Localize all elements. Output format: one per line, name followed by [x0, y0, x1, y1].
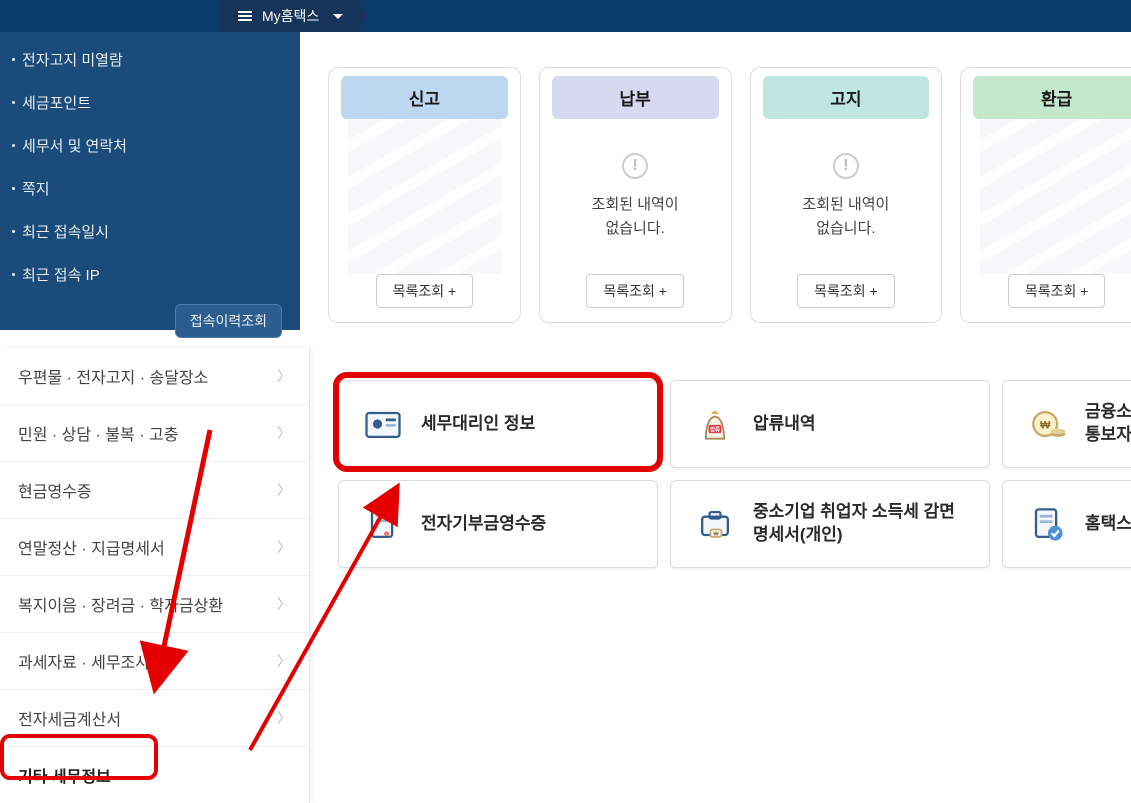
- ls-item-label: 민원 · 상담 · 불복 · 고충: [18, 421, 178, 445]
- receipt-check-icon: [1025, 502, 1069, 546]
- card-empty-text: 조회된 내역이없습니다.: [802, 193, 889, 241]
- ds-item-last-login-ip[interactable]: 최근 접속 IP: [18, 253, 282, 296]
- tile-tax-agent-info[interactable]: 세무대리인 정보: [338, 380, 658, 468]
- card-list-button[interactable]: 목록조회 +: [1008, 274, 1106, 308]
- ls-item-label: 복지이음 · 장려금 · 학자금상환: [18, 592, 223, 616]
- chevron-right-icon: 〉: [277, 651, 291, 671]
- chevron-right-icon: 〉: [277, 480, 291, 500]
- ls-item-label: 현금영수증: [18, 478, 92, 502]
- empty-state-icon: !: [833, 153, 859, 179]
- tile-grid: 세무대리인 정보 압류 압류내역 ₩ 금융소통보자 전자기부금영수증: [338, 380, 1131, 568]
- id-card-icon: [361, 402, 405, 446]
- ds-item-e-notice-unread[interactable]: 전자고지 미열람: [18, 38, 282, 81]
- topbar-tab-label: My홈택스: [262, 6, 319, 26]
- card-head: 신고: [341, 76, 508, 119]
- svg-text:₩: ₩: [1040, 420, 1051, 432]
- category-sidebar: 우편물 · 전자고지 · 송달장소 〉 민원 · 상담 · 불복 · 고충 〉 …: [0, 348, 310, 803]
- won-coins-icon: ₩: [1025, 402, 1069, 446]
- account-info-panel: 전자고지 미열람 세금포인트 세무서 및 연락처 쪽지 최근 접속일시 최근 접…: [0, 32, 300, 330]
- ds-item-tax-office-contact[interactable]: 세무서 및 연락처: [18, 124, 282, 167]
- tile-label: 금융소통보자: [1085, 401, 1131, 447]
- svg-text:₩: ₩: [713, 531, 719, 537]
- chevron-right-icon: 〉: [277, 708, 291, 728]
- card-list-button[interactable]: 목록조회 +: [376, 274, 474, 308]
- placeholder-shimmer: [348, 119, 501, 274]
- tile-seizure-details[interactable]: 압류 압류내역: [670, 380, 990, 468]
- tile-e-donation-receipt[interactable]: 전자기부금영수증: [338, 480, 658, 568]
- ls-item-welfare-grant-loan[interactable]: 복지이음 · 장려금 · 학자금상환 〉: [0, 576, 309, 633]
- ds-item-last-login-time[interactable]: 최근 접속일시: [18, 210, 282, 253]
- ls-item-e-tax-invoice[interactable]: 전자세금계산서 〉: [0, 690, 309, 747]
- empty-state-icon: !: [622, 153, 648, 179]
- tile-hometax-etc[interactable]: 홈택스: [1002, 480, 1131, 568]
- tile-label: 전자기부금영수증: [421, 513, 546, 536]
- chevron-right-icon: 〉: [277, 594, 291, 614]
- summary-cards-row: 신고 목록조회 + 납부 ! 조회된 내역이없습니다. 목록조회 + 고지 ! …: [328, 67, 1131, 323]
- ls-item-taxation-data[interactable]: 과세자료 · 세무조사 〉: [0, 633, 309, 690]
- chevron-right-icon: 〉: [277, 537, 291, 557]
- ls-item-mail-notice[interactable]: 우편물 · 전자고지 · 송달장소 〉: [0, 348, 309, 405]
- ls-item-cash-receipt[interactable]: 현금영수증 〉: [0, 462, 309, 519]
- ls-item-other-tax-info[interactable]: 기타 세무정보: [0, 747, 309, 803]
- hamburger-icon: [238, 11, 252, 21]
- card-report: 신고 목록조회 +: [328, 67, 521, 323]
- ds-item-messages[interactable]: 쪽지: [18, 167, 282, 210]
- ls-item-label: 우편물 · 전자고지 · 송달장소: [18, 364, 208, 388]
- card-notice: 고지 ! 조회된 내역이없습니다. 목록조회 +: [750, 67, 943, 323]
- tile-financial-income[interactable]: ₩ 금융소통보자: [1002, 380, 1131, 468]
- top-bar: My홈택스: [0, 0, 1131, 32]
- chevron-right-icon: 〉: [277, 423, 291, 443]
- card-head: 납부: [552, 76, 719, 119]
- chevron-down-icon: [333, 14, 343, 19]
- tile-sme-employee-tax-relief[interactable]: ₩ 중소기업 취업자 소득세 감면 명세서(개인): [670, 480, 990, 568]
- donation-receipt-icon: [361, 502, 405, 546]
- tile-label: 세무대리인 정보: [421, 413, 535, 436]
- card-refund: 환급 목록조회 +: [960, 67, 1131, 323]
- svg-text:압류: 압류: [710, 425, 720, 433]
- tile-label: 압류내역: [753, 413, 816, 436]
- tile-label: 중소기업 취업자 소득세 감면 명세서(개인): [753, 501, 967, 547]
- ls-item-year-end-settlement[interactable]: 연말정산 · 지급명세서 〉: [0, 519, 309, 576]
- card-payment: 납부 ! 조회된 내역이없습니다. 목록조회 +: [539, 67, 732, 323]
- ls-item-label: 전자세금계산서: [18, 706, 121, 730]
- card-list-button[interactable]: 목록조회 +: [586, 274, 684, 308]
- chevron-right-icon: 〉: [277, 366, 291, 386]
- placeholder-shimmer: [980, 119, 1131, 274]
- card-empty-text: 조회된 내역이없습니다.: [592, 193, 679, 241]
- ls-item-civil-complaint[interactable]: 민원 · 상담 · 불복 · 고충 〉: [0, 405, 309, 462]
- card-head: 환급: [973, 76, 1131, 119]
- card-head: 고지: [763, 76, 930, 119]
- briefcase-won-icon: ₩: [693, 502, 737, 546]
- seizure-bag-icon: 압류: [693, 402, 737, 446]
- ls-item-label: 과세자료 · 세무조사: [18, 649, 150, 673]
- card-list-button[interactable]: 목록조회 +: [797, 274, 895, 308]
- ls-item-label: 연말정산 · 지급명세서: [18, 535, 165, 559]
- ds-item-tax-points[interactable]: 세금포인트: [18, 81, 282, 124]
- ls-item-label: 기타 세무정보: [18, 763, 111, 787]
- topbar-tab-myhometax[interactable]: My홈택스: [220, 0, 367, 32]
- login-history-button[interactable]: 접속이력조회: [175, 304, 282, 338]
- tile-label: 홈택스: [1085, 513, 1131, 536]
